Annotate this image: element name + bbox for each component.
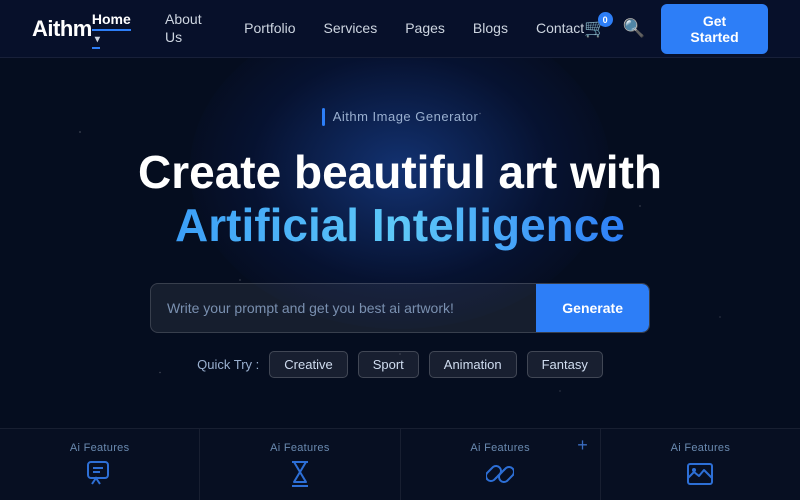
- nav-item-portfolio[interactable]: Portfolio: [244, 20, 295, 38]
- nav-link-blogs[interactable]: Blogs: [473, 20, 508, 36]
- feature-label-2: Ai Features: [470, 442, 530, 454]
- quick-try-creative[interactable]: Creative: [269, 351, 347, 378]
- quick-try-label: Quick Try :: [197, 357, 259, 372]
- nav-item-about[interactable]: About Us: [165, 11, 216, 47]
- nav-link-about[interactable]: About Us: [165, 11, 202, 45]
- feature-label-0: Ai Features: [70, 442, 130, 454]
- feature-card-2: Ai Features +: [401, 429, 601, 500]
- nav-right: 🛒 0 🔍 Get Started: [584, 4, 768, 54]
- hero-badge: Aithm Image Generator: [322, 108, 479, 126]
- feature-icon-2: [486, 460, 514, 492]
- feature-icon-3: [686, 460, 714, 492]
- search-icon[interactable]: 🔍: [623, 18, 645, 39]
- quick-try-animation[interactable]: Animation: [429, 351, 517, 378]
- chevron-down-icon: ▾: [95, 34, 100, 45]
- hero-title: Create beautiful art with Artificial Int…: [138, 146, 662, 252]
- badge-bar: [322, 108, 325, 126]
- nav-item-home[interactable]: Home ▾: [92, 11, 137, 47]
- nav-item-pages[interactable]: Pages: [405, 20, 445, 38]
- quick-try: Quick Try : Creative Sport Animation Fan…: [197, 351, 603, 378]
- feature-icon-1: [286, 460, 314, 492]
- navbar: Aithm Home ▾ About Us Portfolio Services…: [0, 0, 800, 58]
- badge-text: Aithm Image Generator: [333, 109, 479, 124]
- hero-search-bar[interactable]: Generate: [150, 283, 650, 333]
- hero-section: Aithm Image Generator Create beautiful a…: [0, 58, 800, 428]
- logo: Aithm: [32, 16, 92, 42]
- cart-icon-container[interactable]: 🛒 0: [584, 18, 606, 39]
- nav-link-services[interactable]: Services: [324, 20, 378, 36]
- nav-link-home[interactable]: Home ▾: [92, 11, 131, 49]
- nav-link-contact[interactable]: Contact: [536, 20, 584, 36]
- quick-try-sport[interactable]: Sport: [358, 351, 419, 378]
- feature-card-0: Ai Features: [0, 429, 200, 500]
- prompt-input[interactable]: [151, 284, 536, 332]
- hero-title-line1: Create beautiful art with: [138, 146, 662, 198]
- feature-icon-0: [86, 460, 114, 492]
- cart-badge: 0: [598, 12, 613, 27]
- plus-icon: +: [577, 435, 588, 456]
- nav-links: Home ▾ About Us Portfolio Services Pages…: [92, 11, 584, 47]
- feature-label-3: Ai Features: [671, 442, 731, 454]
- hero-title-line2: Artificial Intelligence: [175, 199, 625, 251]
- feature-card-3: Ai Features: [601, 429, 800, 500]
- generate-button[interactable]: Generate: [536, 284, 649, 332]
- nav-item-contact[interactable]: Contact: [536, 20, 584, 38]
- nav-link-portfolio[interactable]: Portfolio: [244, 20, 295, 36]
- nav-item-services[interactable]: Services: [324, 20, 378, 38]
- nav-item-blogs[interactable]: Blogs: [473, 20, 508, 38]
- quick-try-fantasy[interactable]: Fantasy: [527, 351, 603, 378]
- features-strip: Ai Features Ai Features Ai Features +: [0, 428, 800, 500]
- nav-link-pages[interactable]: Pages: [405, 20, 445, 36]
- get-started-button[interactable]: Get Started: [661, 4, 768, 54]
- feature-label-1: Ai Features: [270, 442, 330, 454]
- feature-card-1: Ai Features: [200, 429, 400, 500]
